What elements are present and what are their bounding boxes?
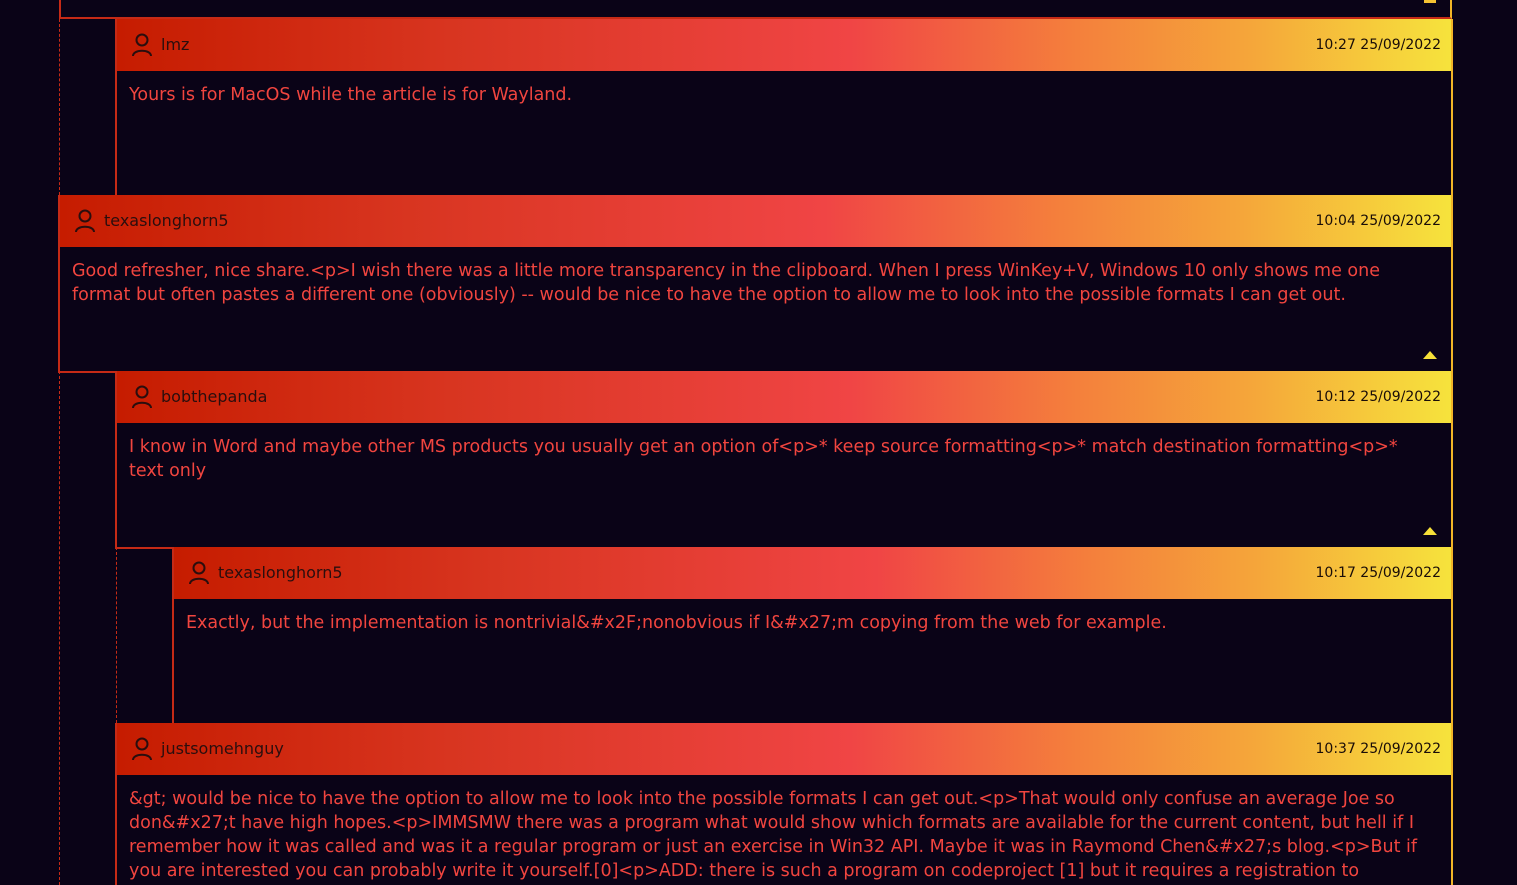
comment-header: texaslonghorn5 10:17 25/09/2022 <box>174 547 1451 599</box>
comment: bobthepanda 10:12 25/09/2022 I know in W… <box>115 371 1453 549</box>
username-link[interactable]: justsomehnguy <box>161 739 284 758</box>
comment-text: Yours is for MacOS while the article is … <box>129 85 573 105</box>
comment-text: Exactly, but the implementation is nontr… <box>186 613 1167 633</box>
comment-text: I know in Word and maybe other MS produc… <box>129 437 1398 481</box>
comment-timestamp: 10:17 25/09/2022 <box>1315 565 1442 581</box>
username-link[interactable]: texaslonghorn5 <box>104 211 229 230</box>
comment-header: texaslonghorn5 10:04 25/09/2022 <box>60 195 1451 247</box>
user-icon <box>132 385 152 409</box>
comment-header: bobthepanda 10:12 25/09/2022 <box>117 371 1451 423</box>
username-link[interactable]: lmz <box>161 35 189 54</box>
user-icon <box>75 209 95 233</box>
previous-comment-bottom <box>59 0 1452 19</box>
collapse-icon[interactable] <box>1424 0 1436 3</box>
user-icon <box>132 33 152 57</box>
comment-timestamp: 10:27 25/09/2022 <box>1315 37 1442 53</box>
thread-depth-line <box>59 19 60 195</box>
comment: justsomehnguy 10:37 25/09/2022 &gt; woul… <box>115 723 1453 885</box>
comment-thread-page: lmz 10:27 25/09/2022 Yours is for MacOS … <box>0 0 1517 885</box>
thread-depth-line <box>59 371 60 885</box>
comment: lmz 10:27 25/09/2022 Yours is for MacOS … <box>115 19 1453 197</box>
collapse-icon[interactable] <box>1423 527 1437 535</box>
comment-text: Good refresher, nice share.<p>I wish the… <box>72 261 1380 305</box>
comment-timestamp: 10:04 25/09/2022 <box>1315 213 1442 229</box>
comment-text: &gt; would be nice to have the option to… <box>129 789 1418 881</box>
comment-timestamp: 10:12 25/09/2022 <box>1315 389 1442 405</box>
comment-header: lmz 10:27 25/09/2022 <box>117 19 1451 71</box>
comment-header: justsomehnguy 10:37 25/09/2022 <box>117 723 1451 775</box>
user-icon <box>189 561 209 585</box>
username-link[interactable]: bobthepanda <box>161 387 267 406</box>
comment: texaslonghorn5 10:17 25/09/2022 Exactly,… <box>172 547 1453 725</box>
thread-depth-line <box>116 547 117 723</box>
user-icon <box>132 737 152 761</box>
collapse-icon[interactable] <box>1423 351 1437 359</box>
username-link[interactable]: texaslonghorn5 <box>218 563 343 582</box>
comment-timestamp: 10:37 25/09/2022 <box>1315 741 1442 757</box>
comment: texaslonghorn5 10:04 25/09/2022 Good ref… <box>58 195 1453 373</box>
